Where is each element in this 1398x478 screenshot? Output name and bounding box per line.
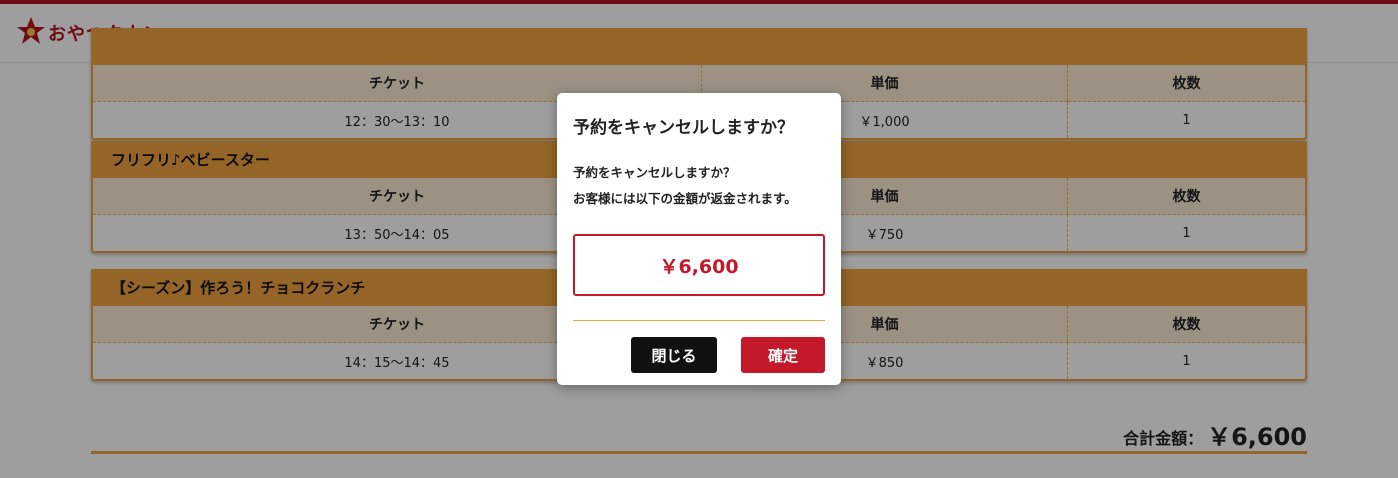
close-button[interactable]: 閉じる (631, 337, 717, 373)
dialog-title: 予約をキャンセルしますか？ (573, 118, 794, 138)
dialog-divider (573, 320, 825, 321)
confirm-button[interactable]: 確定 (741, 337, 825, 373)
dialog-message-line1: 予約をキャンセルしますか？ (573, 165, 736, 180)
dialog-message-line2: お客様には以下の金額が返金されます。 (573, 191, 797, 206)
cancel-reservation-dialog: 予約をキャンセルしますか？ 予約をキャンセルしますか？ お客様には以下の金額が返… (557, 93, 841, 385)
dialog-actions: 閉じる 確定 (573, 337, 825, 373)
refund-amount: ￥6,600 (573, 234, 825, 296)
